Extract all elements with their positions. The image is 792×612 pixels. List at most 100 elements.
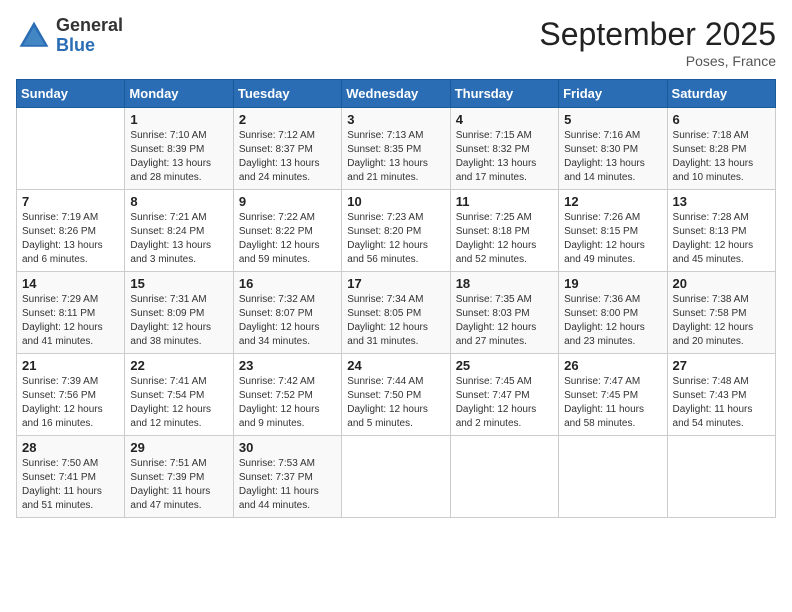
day-info: Sunrise: 7:26 AMSunset: 8:15 PMDaylight:… [564, 211, 661, 267]
day-info: Sunrise: 7:19 AMSunset: 8:26 PMDaylight:… [22, 211, 119, 267]
day-info: Sunrise: 7:51 AMSunset: 7:39 PMDaylight:… [130, 457, 227, 513]
day-cell [450, 436, 558, 518]
day-number: 25 [456, 358, 553, 373]
day-header-thursday: Thursday [450, 80, 558, 108]
day-cell: 17 Sunrise: 7:34 AMSunset: 8:05 PMDayligh… [342, 272, 450, 354]
day-info: Sunrise: 7:28 AMSunset: 8:13 PMDaylight:… [673, 211, 770, 267]
logo-blue-text: Blue [56, 36, 123, 56]
day-cell [559, 436, 667, 518]
day-info: Sunrise: 7:53 AMSunset: 7:37 PMDaylight:… [239, 457, 336, 513]
day-number: 8 [130, 194, 227, 209]
day-number: 24 [347, 358, 444, 373]
day-number: 1 [130, 112, 227, 127]
day-number: 14 [22, 276, 119, 291]
day-number: 16 [239, 276, 336, 291]
day-info: Sunrise: 7:44 AMSunset: 7:50 PMDaylight:… [347, 375, 444, 431]
day-cell: 15 Sunrise: 7:31 AMSunset: 8:09 PMDayligh… [125, 272, 233, 354]
day-number: 9 [239, 194, 336, 209]
page-header: General Blue September 2025 Poses, Franc… [16, 16, 776, 69]
day-number: 18 [456, 276, 553, 291]
day-cell: 25 Sunrise: 7:45 AMSunset: 7:47 PMDayligh… [450, 354, 558, 436]
day-info: Sunrise: 7:15 AMSunset: 8:32 PMDaylight:… [456, 129, 553, 185]
title-block: September 2025 Poses, France [539, 16, 776, 69]
day-info: Sunrise: 7:39 AMSunset: 7:56 PMDaylight:… [22, 375, 119, 431]
day-number: 6 [673, 112, 770, 127]
day-cell: 21 Sunrise: 7:39 AMSunset: 7:56 PMDayligh… [17, 354, 125, 436]
day-header-wednesday: Wednesday [342, 80, 450, 108]
page-container: General Blue September 2025 Poses, Franc… [0, 0, 792, 534]
day-cell: 30 Sunrise: 7:53 AMSunset: 7:37 PMDayligh… [233, 436, 341, 518]
day-header-saturday: Saturday [667, 80, 775, 108]
day-number: 2 [239, 112, 336, 127]
week-row-1: 1Sunrise: 7:10 AMSunset: 8:39 PMDaylight… [17, 108, 776, 190]
day-header-friday: Friday [559, 80, 667, 108]
day-info: Sunrise: 7:22 AMSunset: 8:22 PMDaylight:… [239, 211, 336, 267]
day-number: 7 [22, 194, 119, 209]
day-number: 3 [347, 112, 444, 127]
day-number: 13 [673, 194, 770, 209]
day-cell: 4Sunrise: 7:15 AMSunset: 8:32 PMDaylight… [450, 108, 558, 190]
day-info: Sunrise: 7:32 AMSunset: 8:07 PMDaylight:… [239, 293, 336, 349]
month-title: September 2025 [539, 16, 776, 53]
day-cell: 7 Sunrise: 7:19 AMSunset: 8:26 PMDaylight… [17, 190, 125, 272]
day-info: Sunrise: 7:47 AMSunset: 7:45 PMDaylight:… [564, 375, 661, 431]
day-header-sunday: Sunday [17, 80, 125, 108]
week-row-4: 21 Sunrise: 7:39 AMSunset: 7:56 PMDayligh… [17, 354, 776, 436]
day-number: 30 [239, 440, 336, 455]
week-row-2: 7 Sunrise: 7:19 AMSunset: 8:26 PMDaylight… [17, 190, 776, 272]
day-number: 19 [564, 276, 661, 291]
day-cell: 28 Sunrise: 7:50 AMSunset: 7:41 PMDayligh… [17, 436, 125, 518]
day-info: Sunrise: 7:21 AMSunset: 8:24 PMDaylight:… [130, 211, 227, 267]
day-number: 11 [456, 194, 553, 209]
day-header-monday: Monday [125, 80, 233, 108]
day-number: 5 [564, 112, 661, 127]
day-number: 20 [673, 276, 770, 291]
day-cell: 19 Sunrise: 7:36 AMSunset: 8:00 PMDayligh… [559, 272, 667, 354]
day-cell: 1Sunrise: 7:10 AMSunset: 8:39 PMDaylight… [125, 108, 233, 190]
day-info: Sunrise: 7:34 AMSunset: 8:05 PMDaylight:… [347, 293, 444, 349]
day-cell: 26 Sunrise: 7:47 AMSunset: 7:45 PMDayligh… [559, 354, 667, 436]
day-info: Sunrise: 7:31 AMSunset: 8:09 PMDaylight:… [130, 293, 227, 349]
day-cell [667, 436, 775, 518]
day-info: Sunrise: 7:35 AMSunset: 8:03 PMDaylight:… [456, 293, 553, 349]
day-cell: 14 Sunrise: 7:29 AMSunset: 8:11 PMDayligh… [17, 272, 125, 354]
logo-text: General Blue [56, 16, 123, 56]
day-number: 21 [22, 358, 119, 373]
calendar-table: SundayMondayTuesdayWednesdayThursdayFrid… [16, 79, 776, 518]
day-cell: 8 Sunrise: 7:21 AMSunset: 8:24 PMDaylight… [125, 190, 233, 272]
day-info: Sunrise: 7:38 AMSunset: 7:58 PMDaylight:… [673, 293, 770, 349]
day-number: 26 [564, 358, 661, 373]
day-info: Sunrise: 7:41 AMSunset: 7:54 PMDaylight:… [130, 375, 227, 431]
day-info: Sunrise: 7:50 AMSunset: 7:41 PMDaylight:… [22, 457, 119, 513]
day-info: Sunrise: 7:45 AMSunset: 7:47 PMDaylight:… [456, 375, 553, 431]
day-info: Sunrise: 7:29 AMSunset: 8:11 PMDaylight:… [22, 293, 119, 349]
logo: General Blue [16, 16, 123, 56]
day-info: Sunrise: 7:25 AMSunset: 8:18 PMDaylight:… [456, 211, 553, 267]
day-number: 28 [22, 440, 119, 455]
week-row-5: 28 Sunrise: 7:50 AMSunset: 7:41 PMDayligh… [17, 436, 776, 518]
day-cell: 10 Sunrise: 7:23 AMSunset: 8:20 PMDayligh… [342, 190, 450, 272]
day-number: 12 [564, 194, 661, 209]
day-cell: 29Sunrise: 7:51 AMSunset: 7:39 PMDayligh… [125, 436, 233, 518]
day-cell: 9 Sunrise: 7:22 AMSunset: 8:22 PMDaylight… [233, 190, 341, 272]
day-cell: 18 Sunrise: 7:35 AMSunset: 8:03 PMDayligh… [450, 272, 558, 354]
day-header-tuesday: Tuesday [233, 80, 341, 108]
day-info: Sunrise: 7:23 AMSunset: 8:20 PMDaylight:… [347, 211, 444, 267]
day-cell: 23Sunrise: 7:42 AMSunset: 7:52 PMDayligh… [233, 354, 341, 436]
day-cell: 27 Sunrise: 7:48 AMSunset: 7:43 PMDayligh… [667, 354, 775, 436]
day-number: 17 [347, 276, 444, 291]
day-number: 15 [130, 276, 227, 291]
header-row: SundayMondayTuesdayWednesdayThursdayFrid… [17, 80, 776, 108]
day-cell: 13 Sunrise: 7:28 AMSunset: 8:13 PMDayligh… [667, 190, 775, 272]
day-cell: 5Sunrise: 7:16 AMSunset: 8:30 PMDaylight… [559, 108, 667, 190]
day-number: 27 [673, 358, 770, 373]
day-cell: 22Sunrise: 7:41 AMSunset: 7:54 PMDayligh… [125, 354, 233, 436]
day-number: 23 [239, 358, 336, 373]
day-cell: 11 Sunrise: 7:25 AMSunset: 8:18 PMDayligh… [450, 190, 558, 272]
day-info: Sunrise: 7:36 AMSunset: 8:00 PMDaylight:… [564, 293, 661, 349]
day-info: Sunrise: 7:12 AMSunset: 8:37 PMDaylight:… [239, 129, 336, 185]
day-cell [342, 436, 450, 518]
day-info: Sunrise: 7:48 AMSunset: 7:43 PMDaylight:… [673, 375, 770, 431]
day-cell: 16 Sunrise: 7:32 AMSunset: 8:07 PMDayligh… [233, 272, 341, 354]
day-number: 10 [347, 194, 444, 209]
